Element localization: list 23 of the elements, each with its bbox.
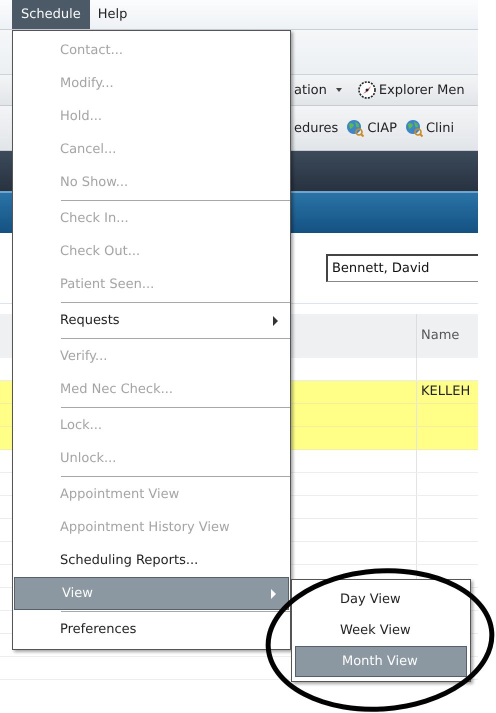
menu-item[interactable]: View — [14, 577, 289, 610]
toolbar-button[interactable]: CIAP — [344, 119, 399, 137]
compass-icon — [358, 81, 376, 99]
menu-tab[interactable]: Schedule — [12, 0, 90, 29]
submenu-arrow-icon — [271, 588, 276, 598]
menu-item[interactable]: Preferences — [13, 613, 290, 646]
menu-tab[interactable]: Help — [90, 0, 136, 29]
toolbar-dropdown[interactable]: ation — [292, 82, 352, 98]
menu-item[interactable]: Month View — [295, 646, 467, 677]
toolbar-button[interactable]: edures — [292, 120, 340, 136]
column-header[interactable]: Name — [416, 314, 478, 358]
menu-item[interactable]: Requests — [13, 304, 290, 337]
caret-icon — [336, 88, 342, 92]
menu-item[interactable]: Scheduling Reports... — [13, 544, 290, 577]
toolbar-button[interactable]: Clini — [402, 119, 456, 137]
submenu-arrow-icon — [273, 316, 278, 326]
table-cell: KELLEH — [421, 384, 470, 399]
menu-item[interactable]: Day View — [294, 584, 468, 615]
toolbar-button[interactable]: Explorer Men — [356, 81, 467, 99]
menu-item[interactable]: Week View — [294, 615, 468, 646]
globe-search-icon — [346, 119, 364, 137]
patient-field[interactable]: Bennett, David — [326, 254, 478, 282]
globe-search-icon — [404, 119, 423, 137]
